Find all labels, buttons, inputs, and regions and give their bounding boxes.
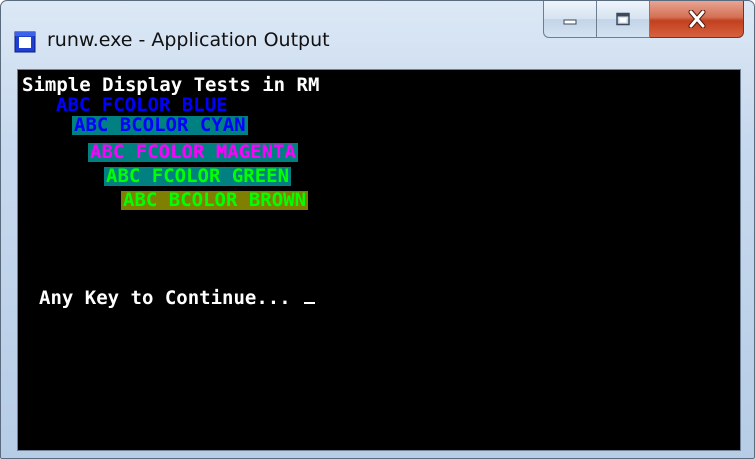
console-line-fcolor-green: ABC FCOLOR GREEN (104, 165, 292, 187)
title-bar[interactable]: runw.exe - Application Output (1, 1, 754, 67)
maximize-icon (616, 12, 630, 26)
console-heading: Simple Display Tests in RM (22, 74, 320, 96)
console-line-fcolor-blue: ABC FCOLOR BLUE (56, 94, 228, 116)
console-line-bcolor-cyan: ABC BCOLOR CYAN (72, 114, 248, 136)
console-output[interactable]: Simple Display Tests in RM ABC FCOLOR BL… (17, 69, 741, 451)
window-title: runw.exe - Application Output (47, 29, 330, 51)
close-icon (688, 10, 705, 28)
console-line-fcolor-magenta: ABC FCOLOR MAGENTA (88, 141, 298, 163)
minimize-button[interactable] (543, 1, 597, 38)
continue-prompt-line: Any Key to Continue... (39, 287, 316, 309)
text-cursor (304, 302, 316, 304)
console-line-bcolor-brown: ABC BCOLOR BROWN (121, 189, 309, 211)
continue-prompt: Any Key to Continue... (39, 287, 303, 309)
console-app-icon (14, 31, 36, 53)
application-window: runw.exe - Application Output Simple Dis… (0, 0, 755, 459)
maximize-button[interactable] (597, 1, 650, 38)
window-controls (543, 1, 744, 39)
close-button[interactable] (650, 1, 744, 38)
minimize-icon (563, 19, 577, 25)
